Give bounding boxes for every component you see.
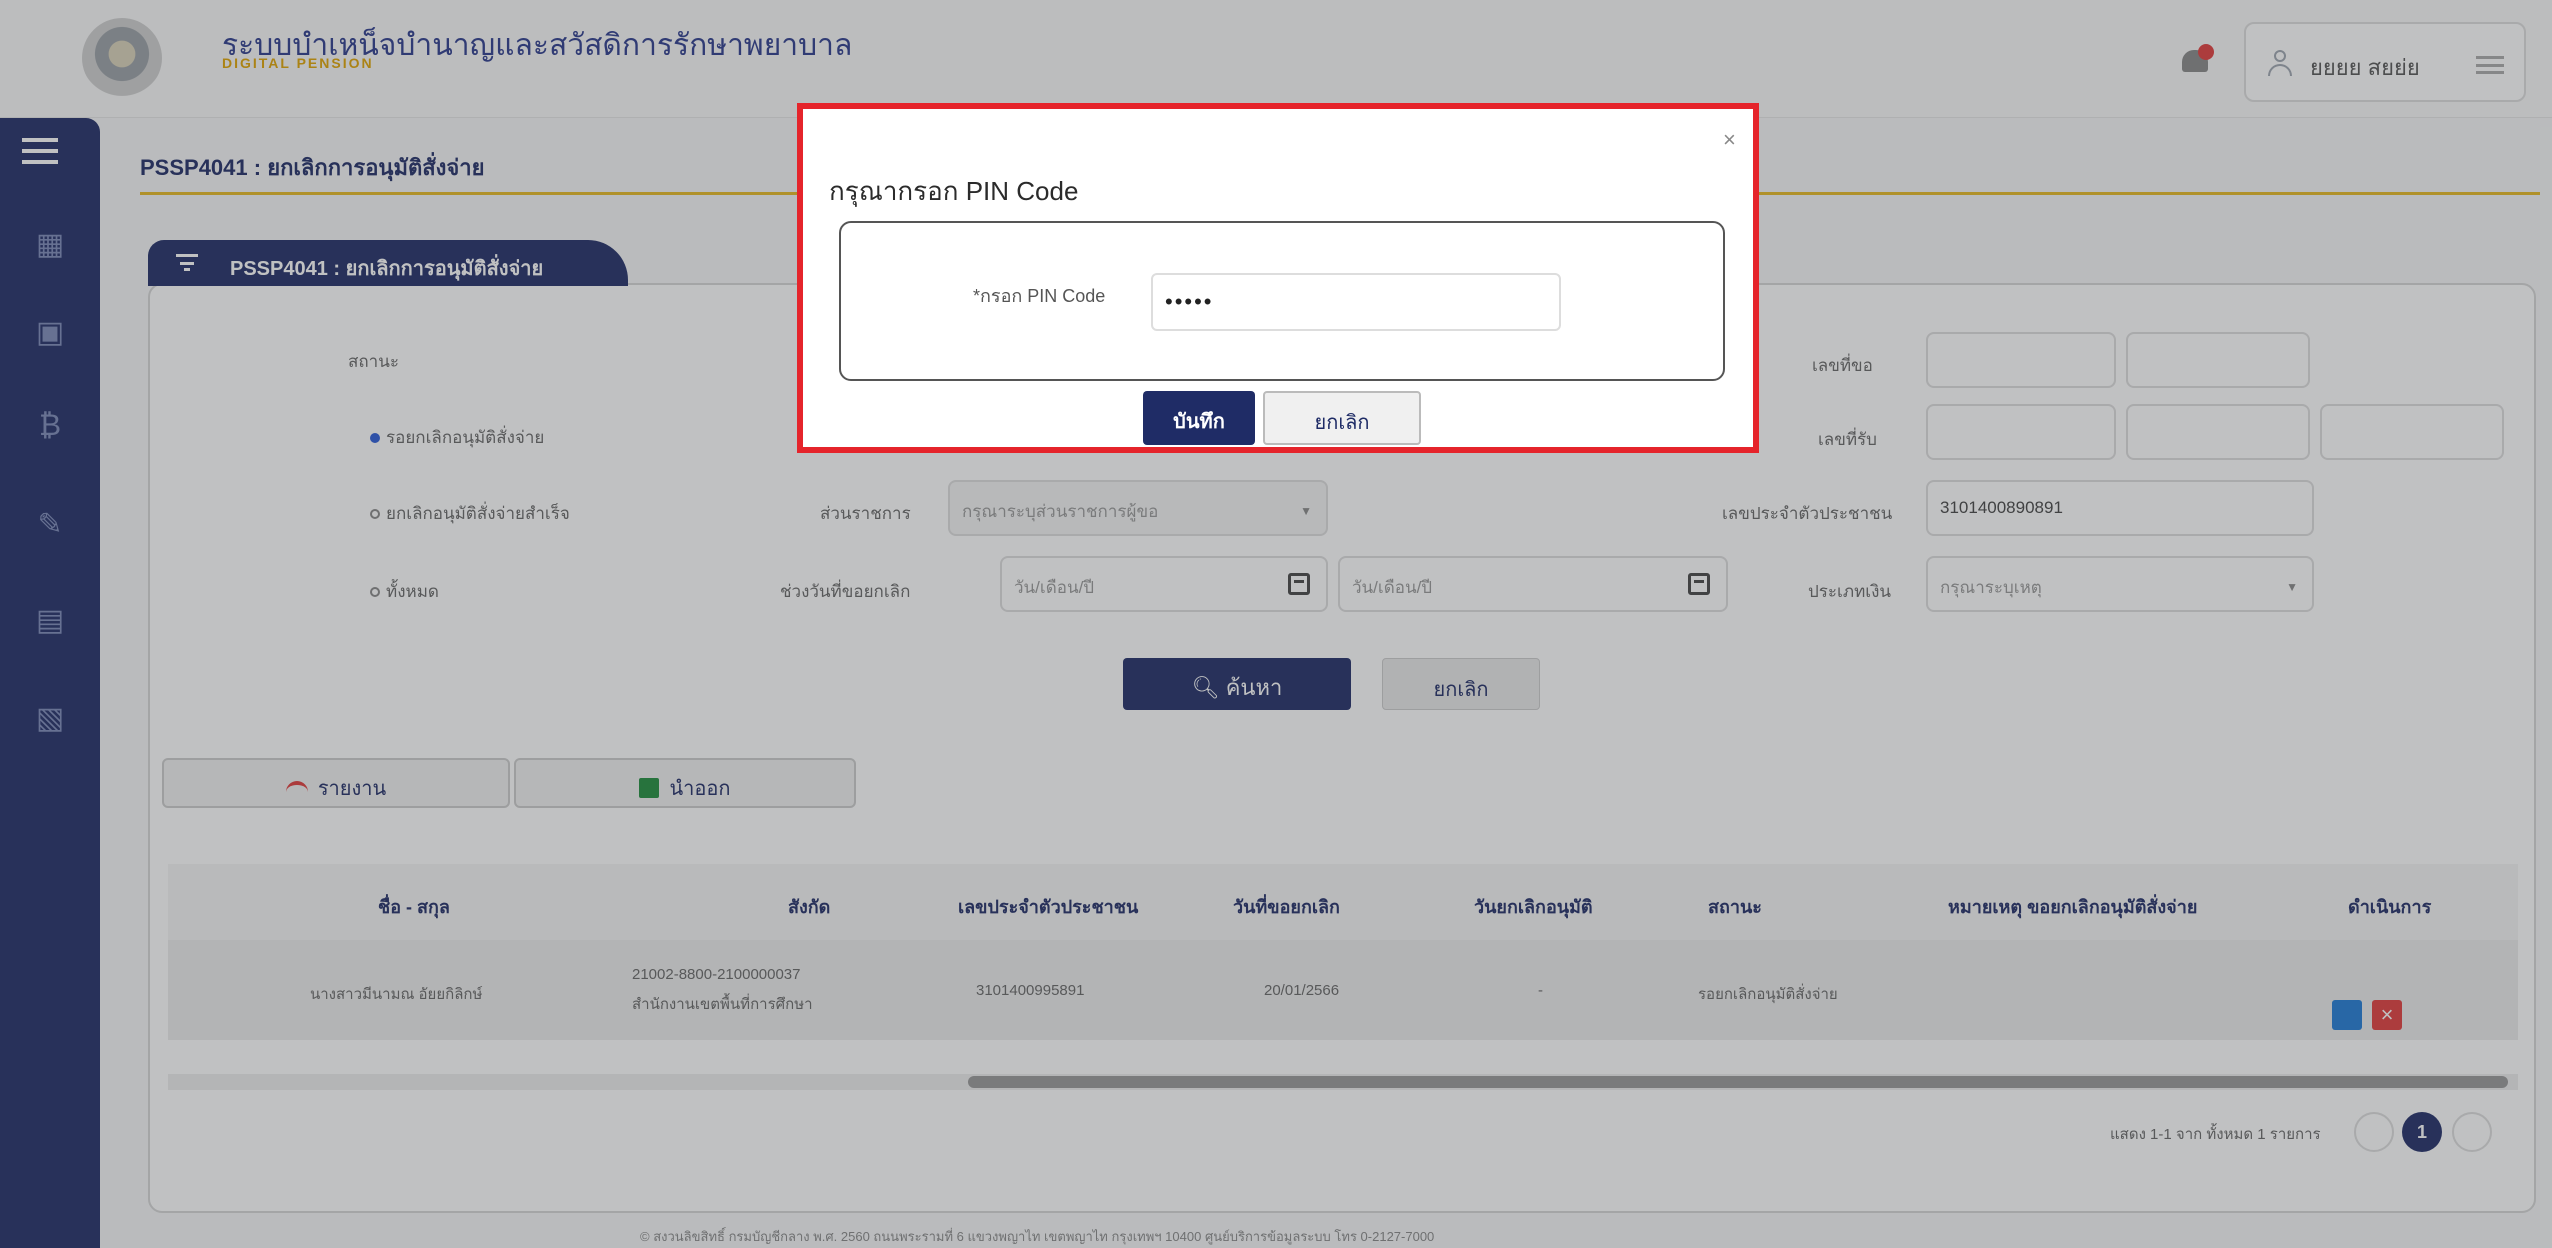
cancel-button[interactable]: ยกเลิก <box>1263 391 1421 445</box>
save-button[interactable]: บันทึก <box>1143 391 1255 445</box>
close-icon[interactable]: × <box>1723 127 1736 153</box>
pin-input[interactable]: ••••• <box>1151 273 1561 331</box>
pin-form-box: *กรอก PIN Code ••••• <box>839 221 1725 381</box>
pin-code-modal: กรุณากรอก PIN Code × *กรอก PIN Code ••••… <box>797 103 1759 453</box>
modal-title: กรุณากรอก PIN Code <box>829 176 1079 206</box>
pin-label: *กรอก PIN Code <box>973 286 1106 306</box>
